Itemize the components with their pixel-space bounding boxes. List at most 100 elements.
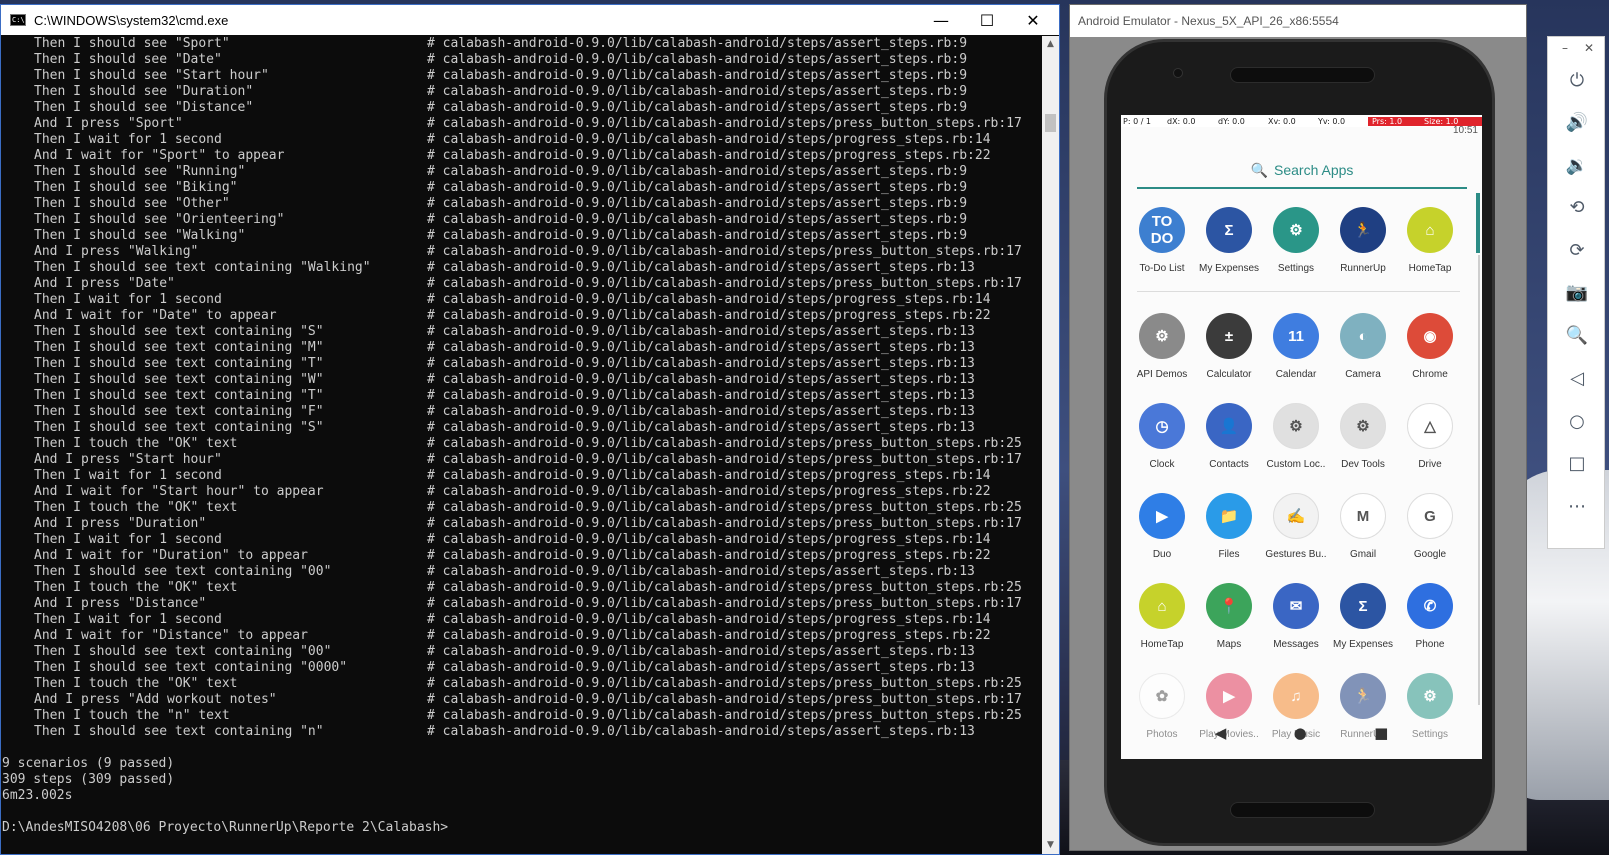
console-line: And I wait for "Date" to appear # calabas… [2,308,1044,324]
step-location: # calabash-android-0.9.0/lib/calabash-an… [427,676,1022,691]
volume-up-icon[interactable]: 🔊 [1548,107,1606,137]
app-api-demos[interactable]: ⚙ API Demos [1127,313,1197,380]
console-line: Then I should see text containing "n" # c… [2,724,1044,740]
step-text: Then I should see text containing "F" [34,404,324,419]
console-line: Then I should see text containing "Walki… [2,260,1044,276]
app-calculator[interactable]: ± Calculator [1194,313,1264,380]
app-my-expenses[interactable]: Σ My Expenses [1194,207,1264,274]
console-line: Then I should see text containing "F" # c… [2,404,1044,420]
app-icon: 👤 [1206,403,1252,449]
app-google[interactable]: G Google [1395,493,1465,560]
scroll-down-icon[interactable]: ▼ [1042,837,1059,854]
scroll-thumb[interactable] [1045,114,1056,132]
toolbar-close-icon[interactable]: ✕ [1584,41,1594,55]
console-line: And I press "Date" # calabash-android-0.9… [2,276,1044,292]
cmd-scrollbar[interactable]: ▲ ▼ [1042,36,1059,854]
app-runnerup[interactable]: 🏃 RunnerUp [1328,207,1398,274]
app-maps[interactable]: 📍 Maps [1194,583,1264,650]
back-icon[interactable]: ◀ [1215,724,1227,742]
app-gmail[interactable]: M Gmail [1328,493,1398,560]
app-calendar[interactable]: 11 Calendar [1261,313,1331,380]
app-to-do-list[interactable]: TO DO To-Do List [1127,207,1197,274]
power-icon[interactable]: ⏻ [1548,65,1606,95]
maximize-button[interactable]: ☐ [964,5,1010,35]
console-output[interactable]: Then I should see "Sport" # calabash-andr… [1,36,1044,854]
rotate-right-icon[interactable]: ⟳ [1548,235,1606,265]
app-gestures-bu[interactable]: ✍ Gestures Bu.. [1261,493,1331,560]
console-line: And I wait for "Sport" to appear # calaba… [2,148,1044,164]
app-hometap[interactable]: ⌂ HomeTap [1127,583,1197,650]
console-line: Then I should see "Orienteering" # calaba… [2,212,1044,228]
step-text: And I press "Date" [34,276,175,291]
emulator-titlebar[interactable]: Android Emulator - Nexus_5X_API_26_x86:5… [1070,5,1526,37]
console-line: Then I should see "Date" # calabash-andro… [2,52,1044,68]
console-line: And I wait for "Duration" to appear # cal… [2,548,1044,564]
overview-icon[interactable]: □ [1548,448,1606,478]
command-prompt[interactable]: D:\AndesMISO4208\06 Proyecto\RunnerUp\Re… [2,820,1044,836]
screenshot-icon[interactable]: 📷 [1548,277,1606,307]
app-settings[interactable]: ⚙ Settings [1261,207,1331,274]
console-line: Then I touch the "OK" text # calabash-and… [2,580,1044,596]
minimize-button[interactable]: — [918,5,964,35]
search-apps-bar[interactable]: 🔍 Search Apps [1137,153,1467,189]
console-line: Then I should see text containing "M" # c… [2,340,1044,356]
app-contacts[interactable]: 👤 Contacts [1194,403,1264,470]
app-icon: ⚙ [1340,403,1386,449]
emulator-window[interactable]: Android Emulator - Nexus_5X_API_26_x86:5… [1069,4,1527,851]
step-location: # calabash-android-0.9.0/lib/calabash-an… [427,596,1022,611]
step-location: # calabash-android-0.9.0/lib/calabash-an… [427,612,991,627]
console-line: Then I should see text containing "S" # c… [2,324,1044,340]
rotate-left-icon[interactable]: ⟲ [1548,192,1606,222]
zoom-icon[interactable]: 🔍 [1548,320,1606,350]
app-my-expenses[interactable]: Σ My Expenses [1328,583,1398,650]
app-clock[interactable]: ◷ Clock [1127,403,1197,470]
toolbar-minimize-icon[interactable]: – [1562,41,1568,55]
front-camera [1173,68,1183,78]
console-line: And I press "Start hour" # calabash-andro… [2,452,1044,468]
app-phone[interactable]: ✆ Phone [1395,583,1465,650]
app-dev-tools[interactable]: ⚙ Dev Tools [1328,403,1398,470]
home-icon[interactable]: ● [1294,724,1307,742]
phone-screen[interactable]: P: 0 / 1 dX: 0.0 dY: 0.0 Xv: 0.0 Yv: 0.0… [1121,115,1482,759]
app-drive[interactable]: △ Drive [1395,403,1465,470]
console-line: Then I should see "Walking" # calabash-an… [2,228,1044,244]
app-icon: ◷ [1139,403,1185,449]
step-text: Then I should see text containing "S" [34,420,324,435]
app-icon: ⚙ [1139,313,1185,359]
app-files[interactable]: 📁 Files [1194,493,1264,560]
app-messages[interactable]: ✉ Messages [1261,583,1331,650]
step-text: Then I should see text containing "M" [34,340,324,355]
app-duo[interactable]: ▶ Duo [1127,493,1197,560]
step-text: Then I wait for 1 second [34,612,222,627]
console-line: And I press "Sport" # calabash-android-0.… [2,116,1044,132]
app-label: API Demos [1136,369,1188,380]
step-location: # calabash-android-0.9.0/lib/calabash-an… [427,244,1022,259]
app-camera[interactable]: ◐ Camera [1328,313,1398,380]
app-label: Custom Loc.. [1266,459,1326,470]
app-icon: ✍ [1273,493,1319,539]
console-line: Then I touch the "n" text # calabash-andr… [2,708,1044,724]
app-label: HomeTap [1408,263,1452,274]
close-button[interactable]: ✕ [1010,5,1056,35]
step-text: And I press "Add workout notes" [34,692,277,707]
step-location: # calabash-android-0.9.0/lib/calabash-an… [427,404,975,419]
step-text: Then I should see "Duration" [34,84,254,99]
scroll-up-icon[interactable]: ▲ [1042,36,1059,53]
step-location: # calabash-android-0.9.0/lib/calabash-an… [427,532,991,547]
app-hometap[interactable]: ⌂ HomeTap [1395,207,1465,274]
home-icon[interactable]: ○ [1548,406,1606,436]
back-icon[interactable]: ◁ [1548,363,1606,393]
recents-icon[interactable]: ■ [1374,724,1388,742]
step-location: # calabash-android-0.9.0/lib/calabash-an… [427,356,975,371]
volume-down-icon[interactable]: 🔉 [1548,150,1606,180]
app-label: Settings [1277,263,1315,274]
app-custom-loc[interactable]: ⚙ Custom Loc.. [1261,403,1331,470]
app-label: Chrome [1412,369,1448,380]
more-icon[interactable]: ⋯ [1548,491,1606,521]
console-lines: Then I should see "Sport" # calabash-andr… [2,36,1044,740]
cmd-window-title: C:\WINDOWS\system32\cmd.exe [34,12,229,28]
cmd-window[interactable]: C:\ C:\WINDOWS\system32\cmd.exe — ☐ ✕ Th… [0,4,1060,855]
cmd-titlebar[interactable]: C:\ C:\WINDOWS\system32\cmd.exe — ☐ ✕ [1,5,1059,35]
app-chrome[interactable]: ◉ Chrome [1395,313,1465,380]
app-label: Google [1413,549,1447,560]
